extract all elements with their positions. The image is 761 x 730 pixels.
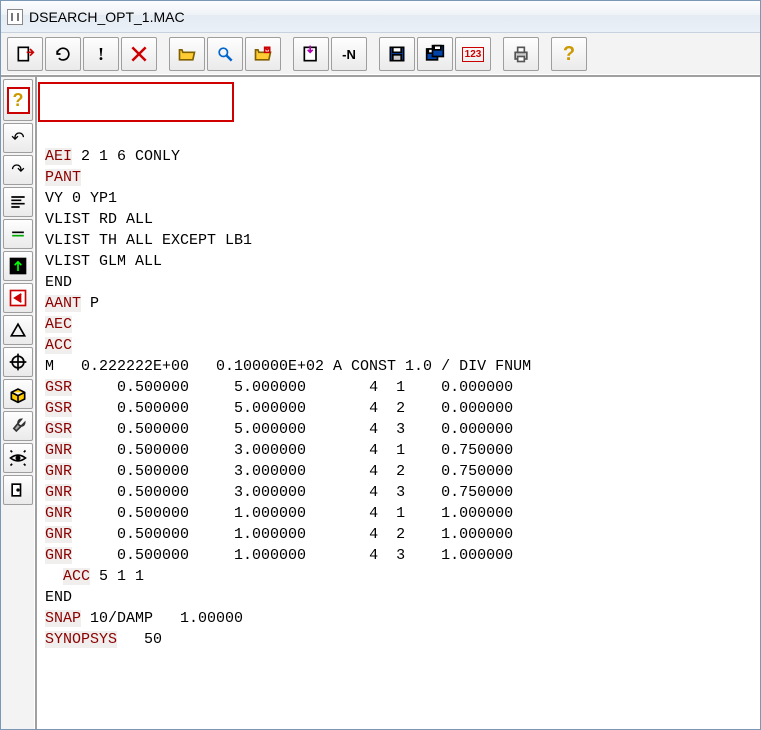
app-window: DSEARCH_OPT_1.MAC !-N123? ?↶↷ AEI 2 1 6 … [0, 0, 761, 730]
equals-icon[interactable] [3, 219, 33, 249]
code-line[interactable]: END [45, 272, 752, 293]
target-icon[interactable] [3, 347, 33, 377]
help-icon[interactable]: ? [551, 37, 587, 71]
code-line[interactable]: END [45, 587, 752, 608]
number-icon[interactable]: 123 [455, 37, 491, 71]
code-line[interactable]: M 0.222222E+00 0.100000E+02 A CONST 1.0 … [45, 356, 752, 377]
code-line[interactable]: VLIST RD ALL [45, 209, 752, 230]
code-line[interactable]: ACC [45, 335, 752, 356]
code-line[interactable]: AEC [45, 314, 752, 335]
code-line[interactable]: GSR 0.500000 5.000000 4 1 0.000000 [45, 377, 752, 398]
window-title: DSEARCH_OPT_1.MAC [29, 9, 185, 25]
print-icon[interactable] [503, 37, 539, 71]
side-toolbar: ?↶↷ [1, 77, 37, 729]
redo-icon[interactable]: ↷ [3, 155, 33, 185]
code-line[interactable]: SYNOPSYS 50 [45, 629, 752, 650]
code-line[interactable]: GSR 0.500000 5.000000 4 2 0.000000 [45, 398, 752, 419]
search-icon[interactable] [207, 37, 243, 71]
app-icon [7, 9, 23, 25]
title-bar[interactable]: DSEARCH_OPT_1.MAC [1, 1, 760, 33]
box-icon[interactable] [3, 379, 33, 409]
code-line[interactable]: SNAP 10/DAMP 1.00000 [45, 608, 752, 629]
code-line[interactable]: GNR 0.500000 3.000000 4 3 0.750000 [45, 482, 752, 503]
code-line[interactable]: GNR 0.500000 1.000000 4 1 1.000000 [45, 503, 752, 524]
code-line[interactable]: GNR 0.500000 3.000000 4 1 0.750000 [45, 440, 752, 461]
code-editor[interactable]: AEI 2 1 6 CONLYPANTVY 0 YP1VLIST RD ALLV… [37, 77, 760, 729]
code-line[interactable]: VY 0 YP1 [45, 188, 752, 209]
back-icon[interactable] [3, 283, 33, 313]
code-line[interactable]: GNR 0.500000 1.000000 4 2 1.000000 [45, 524, 752, 545]
align-icon[interactable] [3, 187, 33, 217]
code-line[interactable]: PANT [45, 167, 752, 188]
saveas-icon[interactable] [417, 37, 453, 71]
dash-n-icon[interactable]: -N [331, 37, 367, 71]
mail-icon[interactable] [245, 37, 281, 71]
main-toolbar: ! -N 123? [1, 33, 760, 77]
code-line[interactable]: AEI 2 1 6 CONLY [45, 146, 752, 167]
content-area: ?↶↷ AEI 2 1 6 CONLYPANTVY 0 YP1VLIST RD … [1, 77, 760, 729]
eye-icon[interactable] [3, 443, 33, 473]
code-line[interactable]: ACC 5 1 1 [45, 566, 752, 587]
code-line[interactable]: VLIST GLM ALL [45, 251, 752, 272]
wrench-icon[interactable] [3, 411, 33, 441]
code-line[interactable]: GNR 0.500000 3.000000 4 2 0.750000 [45, 461, 752, 482]
exclaim-icon[interactable]: ! [83, 37, 119, 71]
code-line[interactable]: AANT P [45, 293, 752, 314]
code-line[interactable]: GSR 0.500000 5.000000 4 3 0.000000 [45, 419, 752, 440]
open-icon[interactable] [169, 37, 205, 71]
code-line[interactable]: GNR 0.500000 1.000000 4 3 1.000000 [45, 545, 752, 566]
export-icon[interactable] [7, 37, 43, 71]
code-line[interactable]: VLIST TH ALL EXCEPT LB1 [45, 230, 752, 251]
refresh-icon[interactable] [45, 37, 81, 71]
save-icon[interactable] [379, 37, 415, 71]
delta-icon[interactable] [3, 315, 33, 345]
highlight-box [38, 82, 234, 122]
delete-icon[interactable] [121, 37, 157, 71]
exit-icon[interactable] [3, 475, 33, 505]
import-icon[interactable] [293, 37, 329, 71]
context-help-icon[interactable]: ? [3, 79, 33, 121]
undo-icon[interactable]: ↶ [3, 123, 33, 153]
up-arrow-icon[interactable] [3, 251, 33, 281]
